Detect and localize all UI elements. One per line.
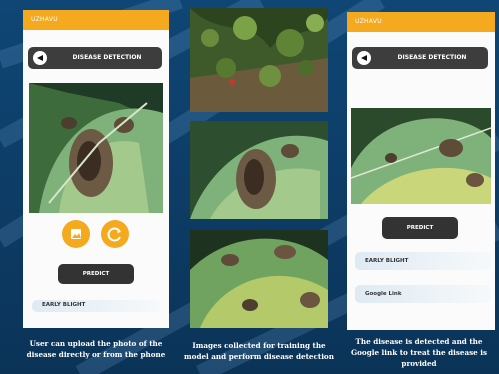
caption-right: The disease is detected and the Google l… xyxy=(350,337,488,368)
google-link[interactable]: Google Link xyxy=(365,291,402,297)
predict-button[interactable]: PREDICT xyxy=(382,217,458,239)
app-header: UZHAVU xyxy=(23,10,169,30)
leaf-training-image-1 xyxy=(190,121,328,219)
app-header: UZHAVU xyxy=(347,12,495,32)
gallery-button[interactable] xyxy=(62,220,90,248)
refresh-button[interactable] xyxy=(101,220,129,248)
field-plants-image xyxy=(190,8,328,112)
uploaded-leaf-image xyxy=(29,83,163,213)
detected-leaf-image xyxy=(351,108,491,204)
caption-middle: Images collected for training the model … xyxy=(184,341,334,361)
predict-button[interactable]: PREDICT xyxy=(58,264,134,284)
disease-result-card: EARLY BLIGHT xyxy=(355,252,491,270)
result-label: EARLY BLIGHT xyxy=(42,302,86,308)
nav-title: DISEASE DETECTION xyxy=(72,54,142,61)
back-arrow-icon[interactable] xyxy=(357,51,371,65)
result-screen: UZHAVU DISEASE DETECTION PREDICT EARLY B… xyxy=(347,12,495,330)
disease-detection-bar[interactable]: DISEASE DETECTION xyxy=(352,47,488,69)
result-card-partial: EARLY BLIGHT xyxy=(32,300,160,312)
upload-screen: UZHAVU DISEASE DETECTION PREDICT EARLY B… xyxy=(23,10,169,328)
back-arrow-icon[interactable] xyxy=(33,51,47,65)
leaf-training-image-2 xyxy=(190,230,328,328)
disease-detection-bar[interactable]: DISEASE DETECTION xyxy=(28,47,162,69)
image-icon xyxy=(71,229,81,239)
nav-title: DISEASE DETECTION xyxy=(397,54,467,61)
caption-left: User can upload the photo of the disease… xyxy=(26,339,166,359)
refresh-icon xyxy=(107,227,121,242)
result-label: EARLY BLIGHT xyxy=(365,258,409,264)
google-link-card[interactable]: Google Link xyxy=(355,285,491,303)
